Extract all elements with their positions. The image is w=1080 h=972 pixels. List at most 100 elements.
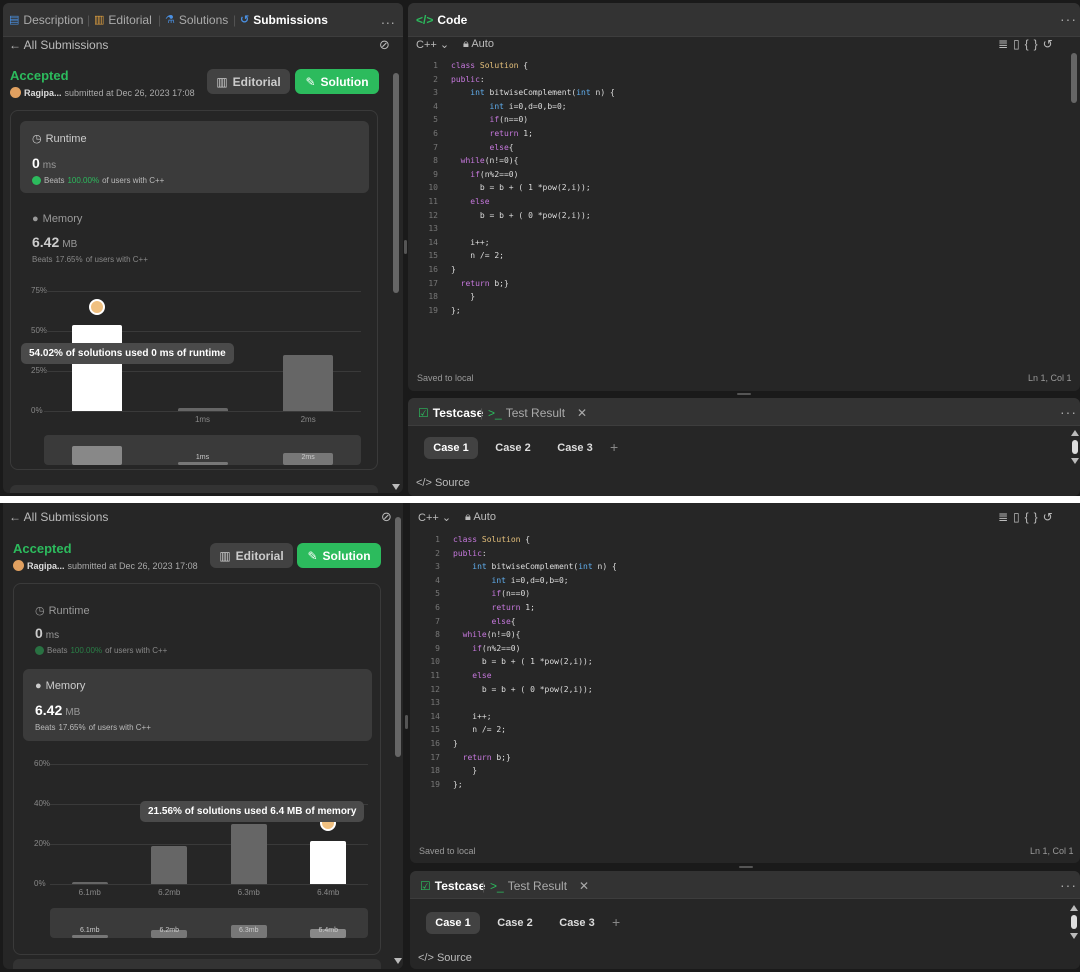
scroll-up-icon[interactable]	[1071, 430, 1079, 436]
code-line[interactable]: };	[453, 778, 463, 792]
scrollbar[interactable]	[393, 73, 399, 293]
close-icon[interactable]: ✕	[577, 406, 587, 420]
resize-handle[interactable]	[739, 866, 753, 868]
code-line[interactable]: return b;}	[451, 277, 509, 291]
solution-button[interactable]: ✎ Solution	[297, 543, 381, 568]
scroll-up-icon[interactable]	[1070, 905, 1078, 911]
code-line[interactable]: i++;	[451, 236, 489, 250]
code-editor[interactable]: 1 class Solution {2 public: 3 int bitwiseCo…	[410, 533, 1060, 813]
code-line[interactable]: else	[453, 669, 491, 683]
code-line[interactable]: while(n!=0){	[451, 154, 519, 168]
scroll-down-icon[interactable]	[392, 484, 400, 490]
code-line[interactable]: int i=0,d=0,b=0;	[451, 100, 567, 114]
more-icon[interactable]: ...	[381, 11, 396, 27]
more-icon[interactable]: ···	[1060, 11, 1077, 27]
editorial-button[interactable]: ▥ Editorial	[210, 543, 293, 568]
source-link[interactable]: </> Source	[418, 952, 472, 964]
language-select[interactable]: C++ ⌄	[418, 511, 451, 524]
tab-submissions[interactable]: ↺ Submissions	[240, 13, 328, 27]
scroll-down-icon[interactable]	[1070, 933, 1078, 939]
code-line[interactable]: return 1;	[451, 127, 533, 141]
code-line[interactable]: n /= 2;	[453, 723, 506, 737]
code-line[interactable]: int bitwiseComplement(int n) {	[453, 560, 617, 574]
case-3-tab[interactable]: Case 3	[548, 437, 602, 459]
code-line[interactable]: n /= 2;	[451, 249, 504, 263]
code-line[interactable]: if(n==0)	[451, 113, 529, 127]
code-line[interactable]: }	[453, 737, 458, 751]
reset-icon[interactable]: ↺	[1043, 37, 1058, 51]
tab-code[interactable]: </> Code	[416, 13, 467, 27]
code-line[interactable]: int bitwiseComplement(int n) {	[451, 86, 615, 100]
resize-handle[interactable]	[404, 240, 407, 254]
code-line[interactable]: class Solution {	[453, 533, 530, 547]
link-icon[interactable]: ⊘	[379, 37, 390, 53]
tab-description[interactable]: ▤ Description	[9, 13, 83, 27]
more-icon[interactable]: ···	[1060, 404, 1077, 420]
case-1-tab[interactable]: Case 1	[426, 912, 480, 934]
code-line[interactable]: b = b + ( 0 *pow(2,i));	[451, 209, 591, 223]
code-line[interactable]: return b;}	[453, 751, 511, 765]
bookmark-icon[interactable]: ▯	[1013, 510, 1025, 524]
editorial-button[interactable]: ▥ Editorial	[207, 69, 290, 94]
code-line[interactable]: else	[451, 195, 489, 209]
resize-handle[interactable]	[405, 715, 408, 729]
code-line[interactable]: else{	[453, 615, 516, 629]
code-line[interactable]: b = b + ( 1 *pow(2,i));	[453, 655, 593, 669]
code-line[interactable]: else{	[451, 141, 514, 155]
code-line[interactable]: return 1;	[453, 601, 535, 615]
braces-icon[interactable]: {}	[1025, 510, 1043, 524]
bookmark-icon[interactable]: ▯	[1013, 37, 1025, 51]
tab-test-result[interactable]: >_ Test Result ✕	[488, 406, 587, 420]
tab-testcase[interactable]: ☑ Testcase	[418, 406, 483, 420]
format-icon[interactable]: ≣	[998, 37, 1013, 51]
code-line[interactable]: public:	[451, 73, 485, 87]
code-editor[interactable]: 1 class Solution {2 public: 3 int bitwiseCo…	[408, 59, 1058, 339]
back-link[interactable]: ← All Submissions	[9, 38, 108, 52]
add-case-icon[interactable]: +	[612, 914, 620, 930]
auto-mode[interactable]: 🔒︎ Auto	[465, 511, 496, 524]
case-3-tab[interactable]: Case 3	[550, 912, 604, 934]
code-line[interactable]: }	[451, 263, 456, 277]
close-icon[interactable]: ✕	[579, 879, 589, 893]
code-line[interactable]: public:	[453, 547, 487, 561]
code-line[interactable]: }	[453, 764, 477, 778]
case-2-tab[interactable]: Case 2	[486, 437, 540, 459]
scrollbar[interactable]	[395, 517, 401, 757]
case-2-tab[interactable]: Case 2	[488, 912, 542, 934]
braces-icon[interactable]: {}	[1025, 37, 1043, 51]
more-icon[interactable]: ···	[1060, 877, 1077, 893]
code-scrollbar[interactable]	[1071, 53, 1077, 103]
code-line[interactable]: b = b + ( 0 *pow(2,i));	[453, 683, 593, 697]
add-case-icon[interactable]: +	[610, 439, 618, 455]
testcase-scrollbar[interactable]	[1072, 440, 1078, 454]
solution-button[interactable]: ✎ Solution	[295, 69, 379, 94]
minimap-label: 6.3mb	[239, 927, 259, 934]
language-select[interactable]: C++ ⌄	[416, 38, 449, 51]
code-line[interactable]: }	[451, 290, 475, 304]
testcase-scrollbar[interactable]	[1071, 915, 1077, 929]
scroll-down-icon[interactable]	[1071, 458, 1079, 464]
code-line[interactable]: i++;	[453, 710, 491, 724]
line-number: 18	[430, 766, 440, 776]
code-line[interactable]: if(n%2==0)	[453, 642, 520, 656]
auto-mode[interactable]: 🔒︎ Auto	[463, 38, 494, 51]
code-line[interactable]: int i=0,d=0,b=0;	[453, 574, 569, 588]
tab-test-result[interactable]: >_ Test Result ✕	[490, 879, 589, 893]
tab-solutions[interactable]: ⚗ Solutions	[165, 13, 228, 27]
scroll-down-icon[interactable]	[394, 958, 402, 964]
tab-editorial[interactable]: ▥ Editorial	[94, 13, 152, 27]
reset-icon[interactable]: ↺	[1043, 510, 1058, 524]
tab-testcase[interactable]: ☑ Testcase	[420, 879, 485, 893]
back-link[interactable]: ← All Submissions	[9, 510, 108, 524]
case-1-tab[interactable]: Case 1	[424, 437, 478, 459]
code-line[interactable]: while(n!=0){	[453, 628, 521, 642]
code-line[interactable]: if(n==0)	[453, 587, 531, 601]
resize-handle[interactable]	[737, 393, 751, 395]
code-line[interactable]: b = b + ( 1 *pow(2,i));	[451, 181, 591, 195]
code-line[interactable]: if(n%2==0)	[451, 168, 518, 182]
source-link[interactable]: </> Source	[416, 477, 470, 489]
link-icon[interactable]: ⊘	[381, 509, 392, 525]
code-line[interactable]: class Solution {	[451, 59, 528, 73]
format-icon[interactable]: ≣	[998, 510, 1013, 524]
code-line[interactable]: };	[451, 304, 461, 318]
